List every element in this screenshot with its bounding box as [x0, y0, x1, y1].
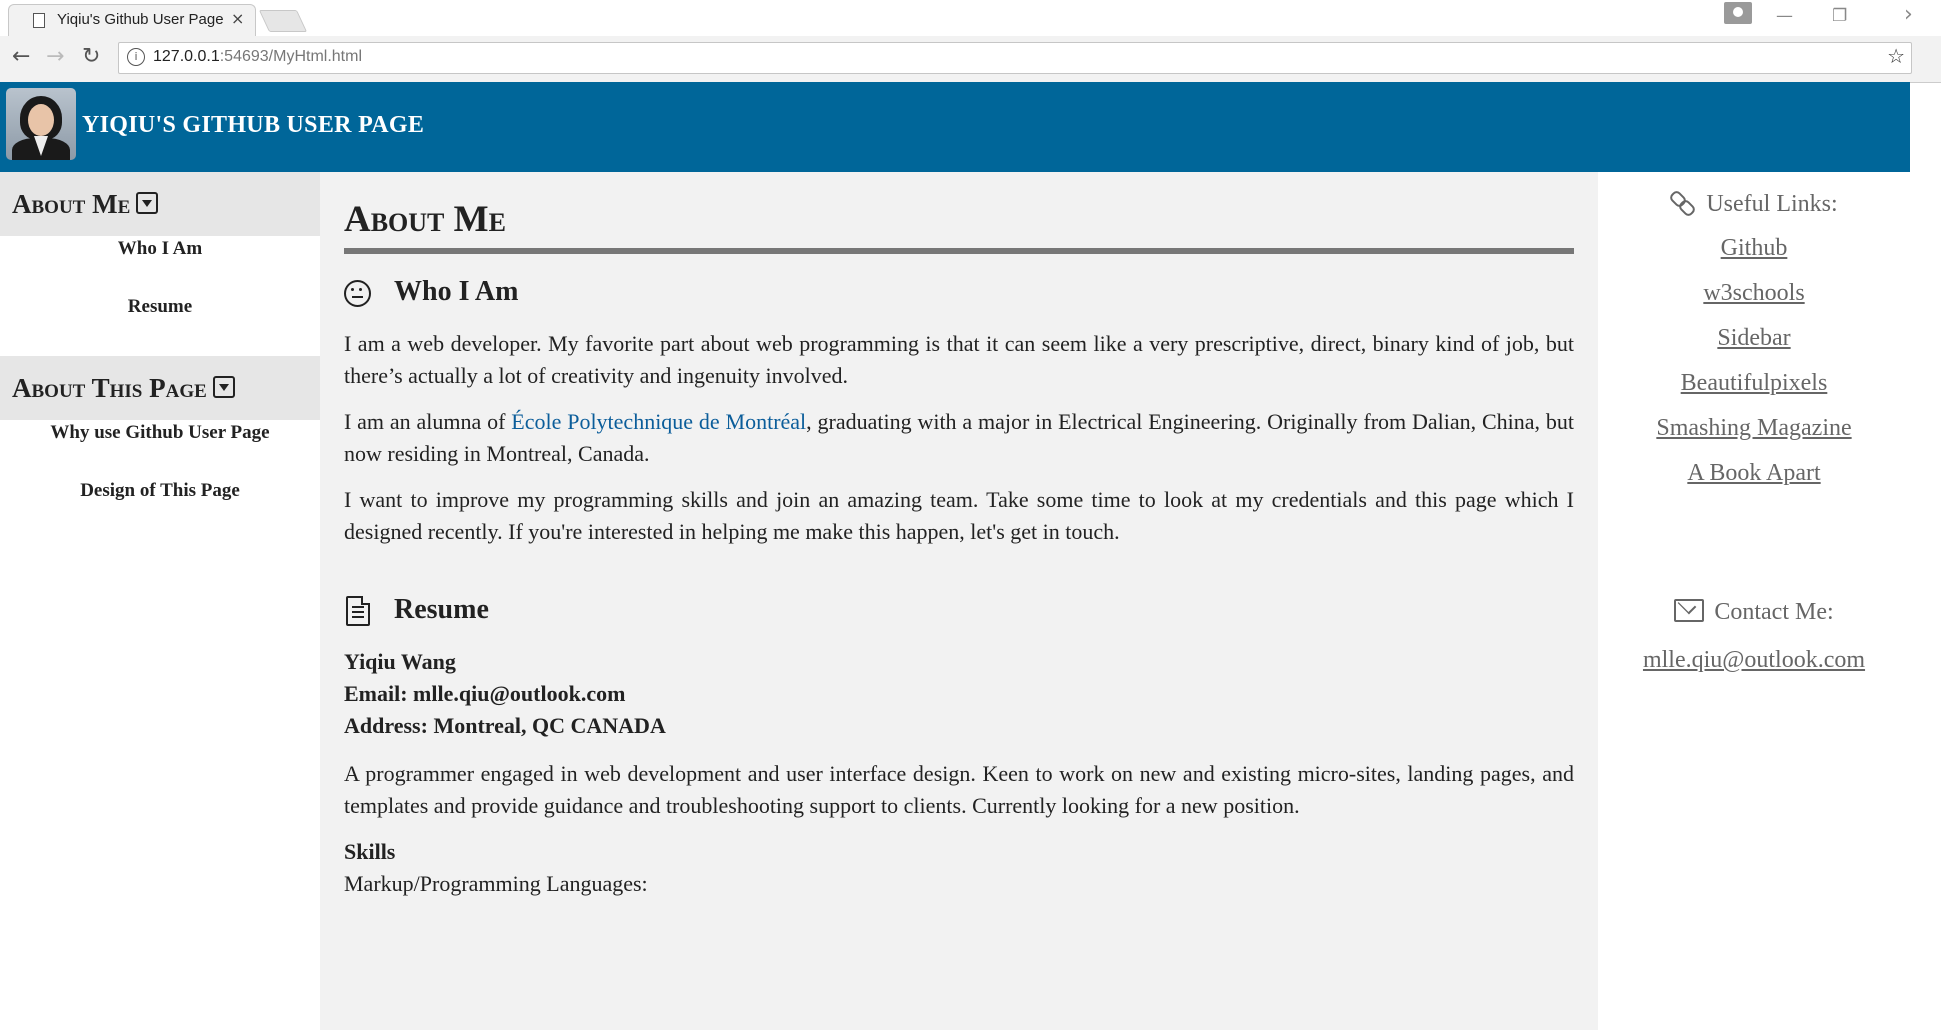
forward-button[interactable]: → — [46, 44, 64, 69]
site-title: YIQIU'S GITHUB USER PAGE — [82, 112, 425, 138]
tab-strip: Yiqiu's Github User Page × — ❐ › — [0, 0, 1941, 37]
sidebar-heading-about-page[interactable]: About This Page — [0, 356, 320, 420]
link-smashing-magazine[interactable]: Smashing Magazine — [1598, 406, 1910, 451]
minimize-button[interactable]: — — [1776, 6, 1793, 26]
sidebar-item-why-github[interactable]: Why use Github User Page — [0, 422, 320, 480]
who-paragraph-2: I am an alumna of École Polytechnique de… — [344, 409, 1574, 466]
left-sidebar: About Me Who I Am Resume About This Page… — [0, 172, 320, 1030]
link-beautifulpixels[interactable]: Beautifulpixels — [1598, 361, 1910, 406]
back-button[interactable]: ← — [12, 44, 30, 69]
who-paragraph-1: I am a web developer. My favorite part a… — [344, 331, 1574, 388]
bookmark-star-icon[interactable]: ☆ — [1887, 44, 1905, 68]
resume-summary: A programmer engaged in web development … — [344, 761, 1574, 818]
section-who-heading: Who I Am — [344, 276, 1574, 308]
envelope-icon — [1674, 599, 1705, 622]
document-icon — [346, 596, 370, 626]
skills-heading: Skills — [344, 839, 396, 864]
section-resume-heading: Resume — [344, 594, 1574, 626]
link-icon — [1670, 189, 1696, 215]
profile-icon[interactable] — [1724, 2, 1752, 24]
smile-icon — [344, 280, 371, 307]
resume-email: Email: mlle.qiu@outlook.com — [344, 681, 626, 706]
avatar — [6, 88, 76, 160]
sidebar-item-who-i-am[interactable]: Who I Am — [0, 238, 320, 296]
page-icon — [33, 13, 45, 28]
caret-down-icon[interactable] — [136, 192, 159, 214]
right-sidebar: Useful Links: Github w3schools Sidebar B… — [1598, 172, 1910, 1030]
sidebar-heading-about-me[interactable]: About Me — [0, 172, 320, 236]
resume-address: Address: Montreal, QC CANADA — [344, 713, 666, 738]
link-a-book-apart[interactable]: A Book Apart — [1598, 451, 1910, 496]
useful-links-heading: Useful Links: — [1598, 184, 1910, 224]
close-tab-icon[interactable]: × — [231, 9, 244, 28]
school-link[interactable]: École Polytechnique de Montréal — [511, 409, 806, 434]
skills-line: Markup/Programming Languages: — [344, 871, 648, 896]
url-text: 127.0.0.1:54693/MyHtml.html — [153, 48, 362, 65]
page-title: About Me — [344, 192, 1574, 254]
address-bar[interactable]: i 127.0.0.1:54693/MyHtml.html ☆ — [118, 42, 1912, 74]
reload-button[interactable]: ↻ — [82, 44, 100, 69]
sidebar-item-resume[interactable]: Resume — [0, 296, 320, 354]
link-w3schools[interactable]: w3schools — [1598, 271, 1910, 316]
browser-chrome: Yiqiu's Github User Page × — ❐ › ← → ↻ i… — [0, 0, 1941, 83]
new-tab-button[interactable] — [258, 10, 308, 32]
resume-name: Yiqiu Wang — [344, 649, 456, 674]
sidebar-item-design[interactable]: Design of This Page — [0, 480, 320, 538]
caret-down-icon[interactable] — [212, 376, 235, 398]
link-github[interactable]: Github — [1598, 226, 1910, 271]
site-header: YIQIU'S GITHUB USER PAGE — [0, 82, 1910, 172]
restore-button[interactable]: ❐ — [1832, 6, 1847, 26]
link-sidebar[interactable]: Sidebar — [1598, 316, 1910, 361]
contact-heading: Contact Me: — [1598, 592, 1910, 632]
contact-email-link[interactable]: mlle.qiu@outlook.com — [1598, 638, 1910, 683]
who-paragraph-3: I want to improve my programming skills … — [344, 487, 1574, 544]
main-content: About Me Who I Am I am a web developer. … — [320, 172, 1598, 1030]
info-icon[interactable]: i — [127, 48, 145, 66]
close-window-button[interactable]: › — [1904, 2, 1913, 27]
browser-tab[interactable]: Yiqiu's Github User Page × — [8, 4, 256, 37]
tab-title: Yiqiu's Github User Page — [57, 11, 224, 28]
nav-bar: ← → ↻ i 127.0.0.1:54693/MyHtml.html ☆ — [0, 36, 1941, 83]
